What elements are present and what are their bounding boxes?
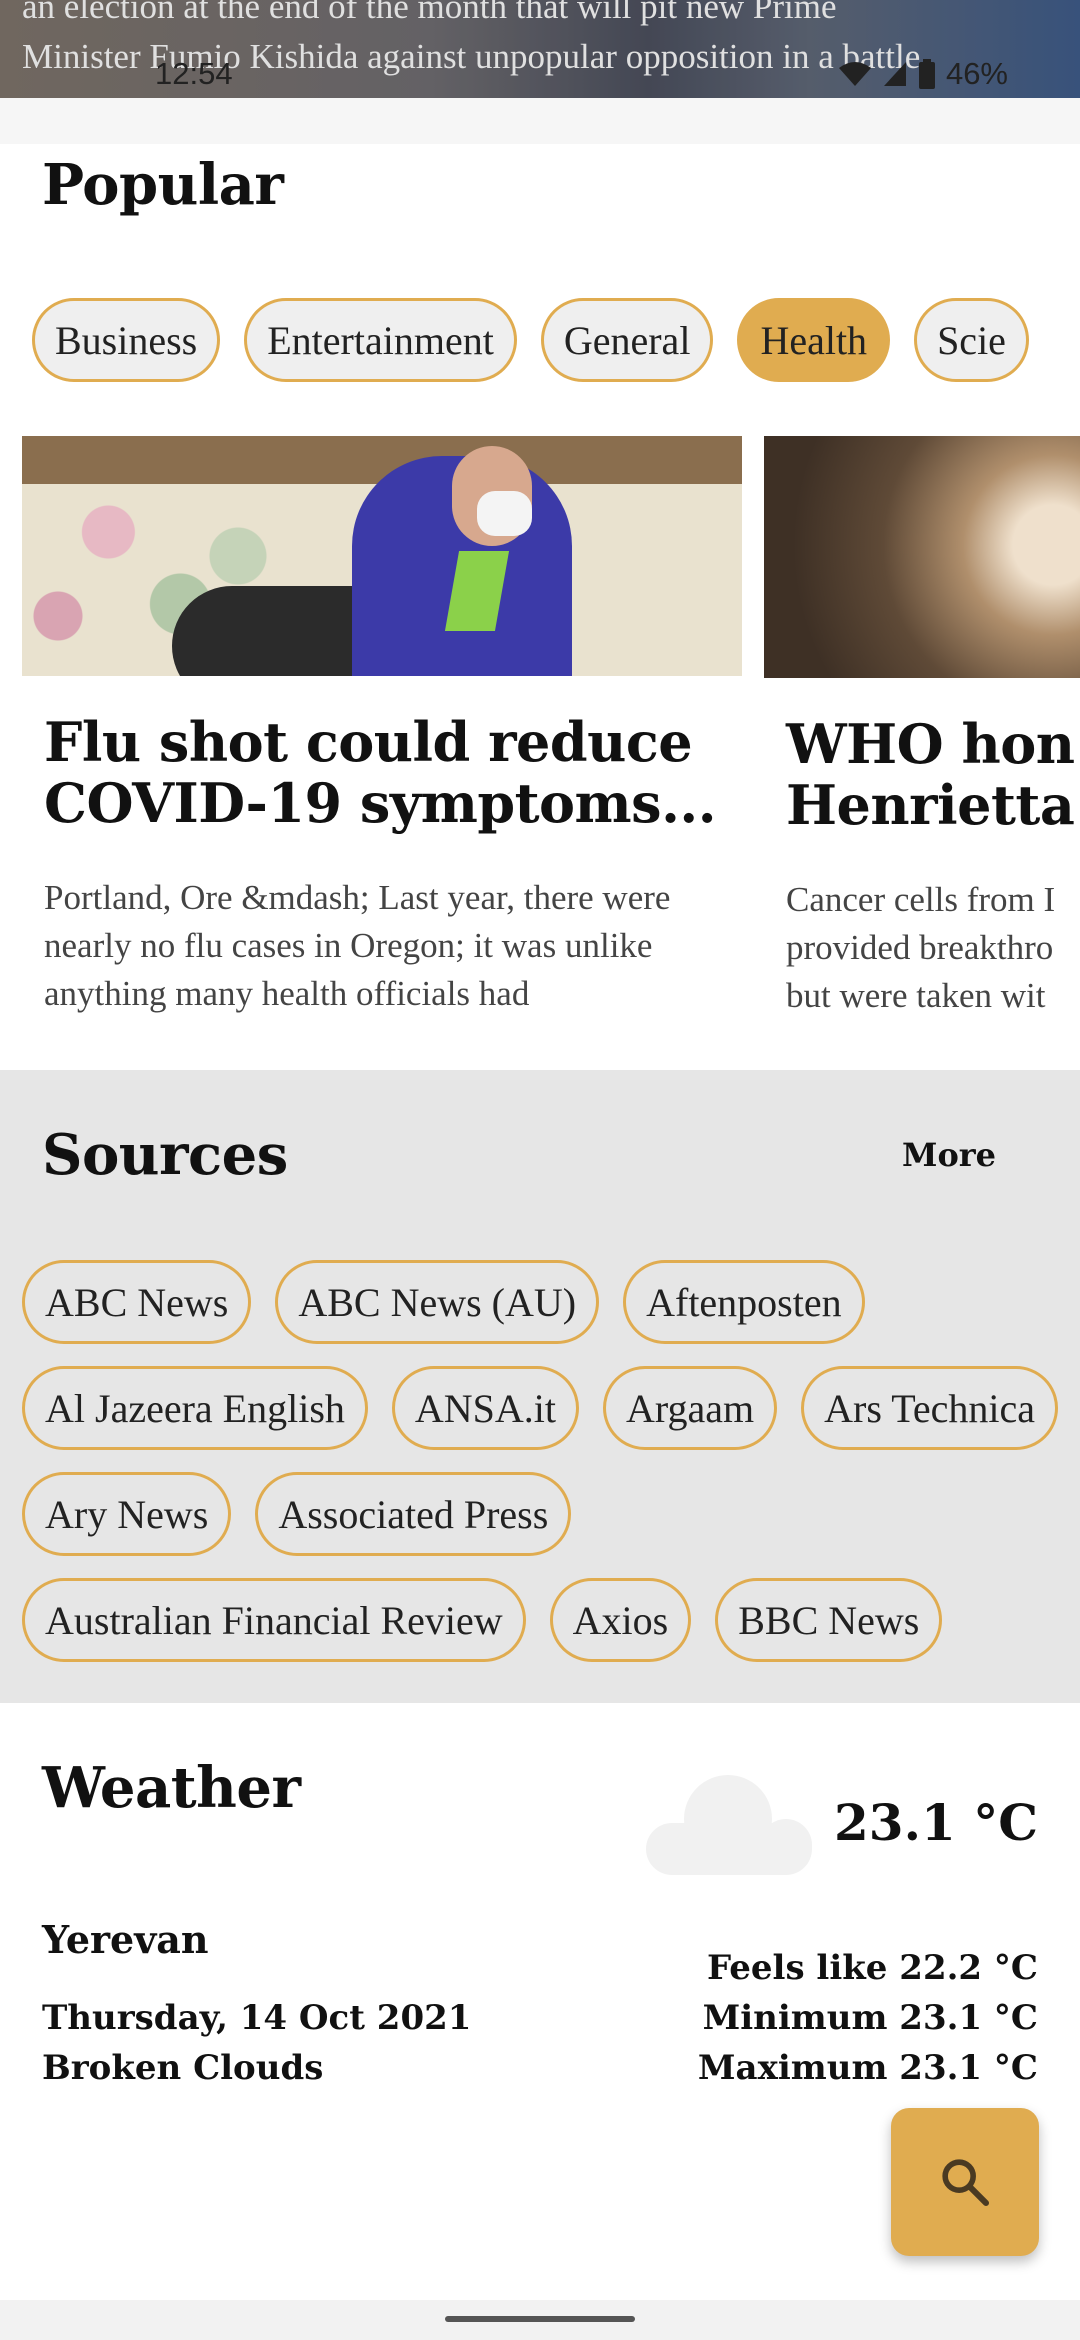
article-title-line-2: COVID-19 symptoms... <box>44 771 717 834</box>
category-chip-science[interactable]: Scie <box>914 298 1029 382</box>
category-chip-health[interactable]: Health <box>737 298 891 382</box>
image-shape <box>477 491 532 536</box>
source-chip[interactable]: Ary News <box>22 1472 232 1556</box>
status-time: 12:54 <box>155 56 233 91</box>
article-description-line-3: but were taken wit <box>786 976 1046 1015</box>
weather-stats: Feels like 22.2 °C Minimum 23.1 °C Maxim… <box>698 1943 1038 2093</box>
source-chip[interactable]: Axios <box>549 1578 692 1662</box>
article-title[interactable]: WHO hon Henrietta <box>764 714 1080 836</box>
article-description: Cancer cells from I provided breakthro b… <box>764 876 1080 1020</box>
search-fab-button[interactable] <box>891 2108 1039 2256</box>
source-chip[interactable]: ANSA.it <box>391 1366 580 1450</box>
weather-title: Weather <box>42 1755 301 1821</box>
article-image <box>764 436 1080 678</box>
article-description-line-1: Cancer cells from I <box>786 880 1056 919</box>
source-chip[interactable]: Associated Press <box>255 1472 572 1556</box>
feels-like: Feels like 22.2 °C <box>706 1948 1038 1988</box>
sources-title: Sources <box>42 1122 288 1188</box>
navigation-bar <box>0 2300 1080 2340</box>
weather-details: Thursday, 14 Oct 2021 Broken Clouds <box>42 1993 471 2093</box>
popular-section: Popular Business Entertainment General H… <box>0 144 1080 1070</box>
article-card[interactable]: Flu shot could reduce COVID-19 symptoms.… <box>22 436 742 1018</box>
popular-title: Popular <box>42 152 284 218</box>
header-gap <box>0 98 1080 144</box>
wifi-icon <box>838 62 871 86</box>
source-chip[interactable]: Australian Financial Review <box>22 1578 526 1662</box>
cloud-icon <box>646 1775 812 1875</box>
source-chip[interactable]: Al Jazeera English <box>22 1366 368 1450</box>
weather-condition: Broken Clouds <box>42 2048 324 2088</box>
weather-date: Thursday, 14 Oct 2021 <box>42 1998 472 2038</box>
search-icon <box>942 2159 990 2207</box>
source-chip[interactable]: BBC News <box>715 1578 943 1662</box>
more-sources-button[interactable]: More <box>902 1136 996 1174</box>
article-title-line-1: Flu shot could reduce <box>44 712 693 774</box>
maximum-temp: Maximum 23.1 °C <box>697 2048 1038 2088</box>
category-chips[interactable]: Business Entertainment General Health Sc… <box>32 298 1029 382</box>
source-chip[interactable]: Argaam <box>603 1366 778 1450</box>
temperature: 23.1 °C <box>834 1793 1038 1852</box>
sources-section: Sources More ABC News ABC News (AU) Afte… <box>0 1070 1080 1703</box>
article-description: Portland, Ore &mdash; Last year, there w… <box>44 878 671 1013</box>
article-title[interactable]: Flu shot could reduce COVID-19 symptoms.… <box>22 712 742 834</box>
article-title-line-1: WHO hon <box>786 714 1075 776</box>
minimum-temp: Minimum 23.1 °C <box>702 1998 1038 2038</box>
article-description-line-2: provided breakthro <box>786 928 1054 967</box>
source-chips: ABC News ABC News (AU) Aftenposten Al Ja… <box>22 1260 1062 1662</box>
category-chip-entertainment[interactable]: Entertainment <box>244 298 517 382</box>
category-chip-general[interactable]: General <box>540 298 714 382</box>
source-chip[interactable]: Ars Technica <box>801 1366 1058 1450</box>
battery-percent: 46% <box>945 56 1008 91</box>
source-chip[interactable]: Aftenposten <box>623 1260 865 1344</box>
home-indicator[interactable] <box>445 2316 635 2322</box>
article-image <box>22 436 742 676</box>
source-chip[interactable]: ABC News (AU) <box>275 1260 600 1344</box>
weather-city: Yerevan <box>42 1917 209 1962</box>
battery-icon <box>918 59 935 89</box>
cell-signal-icon <box>883 62 906 86</box>
article-title-line-2: Henrietta <box>786 773 1075 836</box>
category-chip-business[interactable]: Business <box>32 298 221 382</box>
status-bar: 12:54 46% <box>0 50 1080 98</box>
article-card[interactable]: WHO hon Henrietta Cancer cells from I pr… <box>764 436 1080 1020</box>
status-icons: 46% <box>838 56 1008 92</box>
source-chip[interactable]: ABC News <box>22 1260 252 1344</box>
